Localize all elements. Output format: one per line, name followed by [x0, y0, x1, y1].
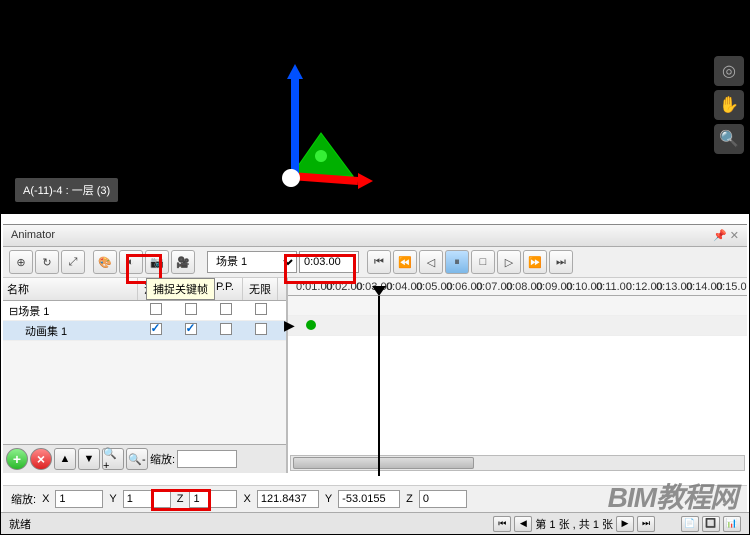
delete-button[interactable]: ×: [30, 448, 52, 470]
checkbox[interactable]: [220, 323, 232, 335]
view-label: A(-11)-4 : 一层 (3): [15, 178, 118, 202]
zoom-in-button[interactable]: 🔍+: [102, 448, 124, 470]
panel-title-bar: Animator 📌 ✕: [3, 225, 747, 247]
timeline-body[interactable]: ▶: [288, 296, 747, 453]
center-y-input[interactable]: [338, 490, 400, 508]
checkbox[interactable]: [220, 303, 232, 315]
pause-button[interactable]: ⏸: [445, 250, 469, 274]
step-fwd-button[interactable]: ⏩: [523, 250, 547, 274]
tree-body: ⊟场景 1 动画集 1: [3, 301, 286, 444]
scale-x-input[interactable]: [55, 490, 103, 508]
page-last-button[interactable]: ⏭: [637, 516, 655, 532]
checkbox[interactable]: [150, 323, 162, 335]
timeline-ruler[interactable]: 0:01.000:02.000:03.000:04.000:05.000:06.…: [288, 278, 747, 296]
zoom-input[interactable]: [177, 450, 237, 468]
panel-title: Animator: [11, 229, 55, 242]
move-down-button[interactable]: ▼: [78, 448, 100, 470]
col-infinite: 无限: [243, 278, 278, 300]
color-button[interactable]: 🎨: [93, 250, 117, 274]
tree-toolbar: + × ▲ ▼ 🔍+ 🔍- 缩放:: [3, 444, 286, 473]
track-indicator-icon: ▶: [284, 317, 295, 334]
y-label: Y: [109, 493, 116, 505]
cz-label: Z: [406, 493, 413, 505]
page-info: 第 1 张 , 共 1 张: [535, 516, 613, 532]
page-prev-button[interactable]: ◀: [514, 516, 532, 532]
tooltip: 捕捉关键帧: [146, 278, 215, 300]
pager: ⏮ ◀ 第 1 张 , 共 1 张 ▶ ⏭ 📄 🔲 📊: [493, 516, 741, 532]
checkbox[interactable]: [185, 323, 197, 335]
cx-label: X: [243, 493, 250, 505]
zoom-label: 缩放:: [150, 451, 175, 467]
x-label: X: [42, 493, 49, 505]
scene-tree-panel: 名称 活动 循 ... P.P. 无限 ⊟场景 1 动画集 1 + × ▲ ▼ …: [3, 278, 288, 473]
scale-button[interactable]: ⤢: [61, 250, 85, 274]
checkbox[interactable]: [255, 323, 267, 335]
rotate-button[interactable]: ↻: [35, 250, 59, 274]
center-z-input[interactable]: [419, 490, 467, 508]
close-icon[interactable]: ✕: [730, 230, 739, 242]
track-row[interactable]: [288, 316, 747, 336]
col-name: 名称: [3, 278, 138, 300]
animator-toolbar: ⊕ ↻ ⤢ 🎨 ◐ 📷 🎥 场景 1 ⏮ ⏪ ◁ ⏸ □ ▷ ⏩ ⏭: [3, 247, 747, 278]
highlight-box: [284, 254, 356, 284]
tree-row[interactable]: ⊟场景 1: [3, 301, 286, 321]
track-row[interactable]: [288, 296, 747, 316]
animator-panel: Animator 📌 ✕ ⊕ ↻ ⤢ 🎨 ◐ 📷 🎥 场景 1 ⏮ ⏪ ◁ ⏸ …: [3, 224, 747, 473]
highlight-box: [151, 489, 211, 511]
status-ready: 就绪: [9, 516, 31, 532]
timeline-panel: 0:01.000:02.000:03.000:04.000:05.000:06.…: [288, 278, 747, 473]
cy-label: Y: [325, 493, 332, 505]
zoom-out-button[interactable]: 🔍-: [126, 448, 148, 470]
page-first-button[interactable]: ⏮: [493, 516, 511, 532]
camera-button[interactable]: 🎥: [171, 250, 195, 274]
pin-icon[interactable]: 📌: [713, 230, 727, 242]
end-button[interactable]: ⏭: [549, 250, 573, 274]
step-back-button[interactable]: ⏪: [393, 250, 417, 274]
add-button[interactable]: +: [6, 448, 28, 470]
page-next-button[interactable]: ▶: [616, 516, 634, 532]
playhead[interactable]: [378, 296, 380, 476]
timeline-scrollbar[interactable]: [290, 455, 745, 471]
axis-gizmo: [273, 61, 403, 201]
rewind-button[interactable]: ⏮: [367, 250, 391, 274]
translate-button[interactable]: ⊕: [9, 250, 33, 274]
status-icon[interactable]: 🔲: [702, 516, 720, 532]
checkbox[interactable]: [185, 303, 197, 315]
center-x-input[interactable]: [257, 490, 319, 508]
watermark: BIM教程网: [608, 476, 737, 516]
status-icon[interactable]: 📄: [681, 516, 699, 532]
keyframe-marker[interactable]: [306, 320, 316, 330]
scale-label: 缩放:: [11, 491, 36, 507]
stop-button[interactable]: □: [471, 250, 495, 274]
playhead-marker-icon[interactable]: [372, 286, 386, 296]
tree-row[interactable]: 动画集 1: [3, 321, 286, 341]
zoom-icon[interactable]: 🔍: [714, 124, 744, 154]
pan-icon[interactable]: ✋: [714, 90, 744, 120]
viewport-3d[interactable]: A(-11)-4 : 一层 (3) ◎ ✋ 🔍: [1, 1, 749, 214]
checkbox[interactable]: [255, 303, 267, 315]
orbit-icon[interactable]: ◎: [714, 56, 744, 86]
status-icon[interactable]: 📊: [723, 516, 741, 532]
play-back-button[interactable]: ◁: [419, 250, 443, 274]
checkbox[interactable]: [150, 303, 162, 315]
move-up-button[interactable]: ▲: [54, 448, 76, 470]
play-button[interactable]: ▷: [497, 250, 521, 274]
